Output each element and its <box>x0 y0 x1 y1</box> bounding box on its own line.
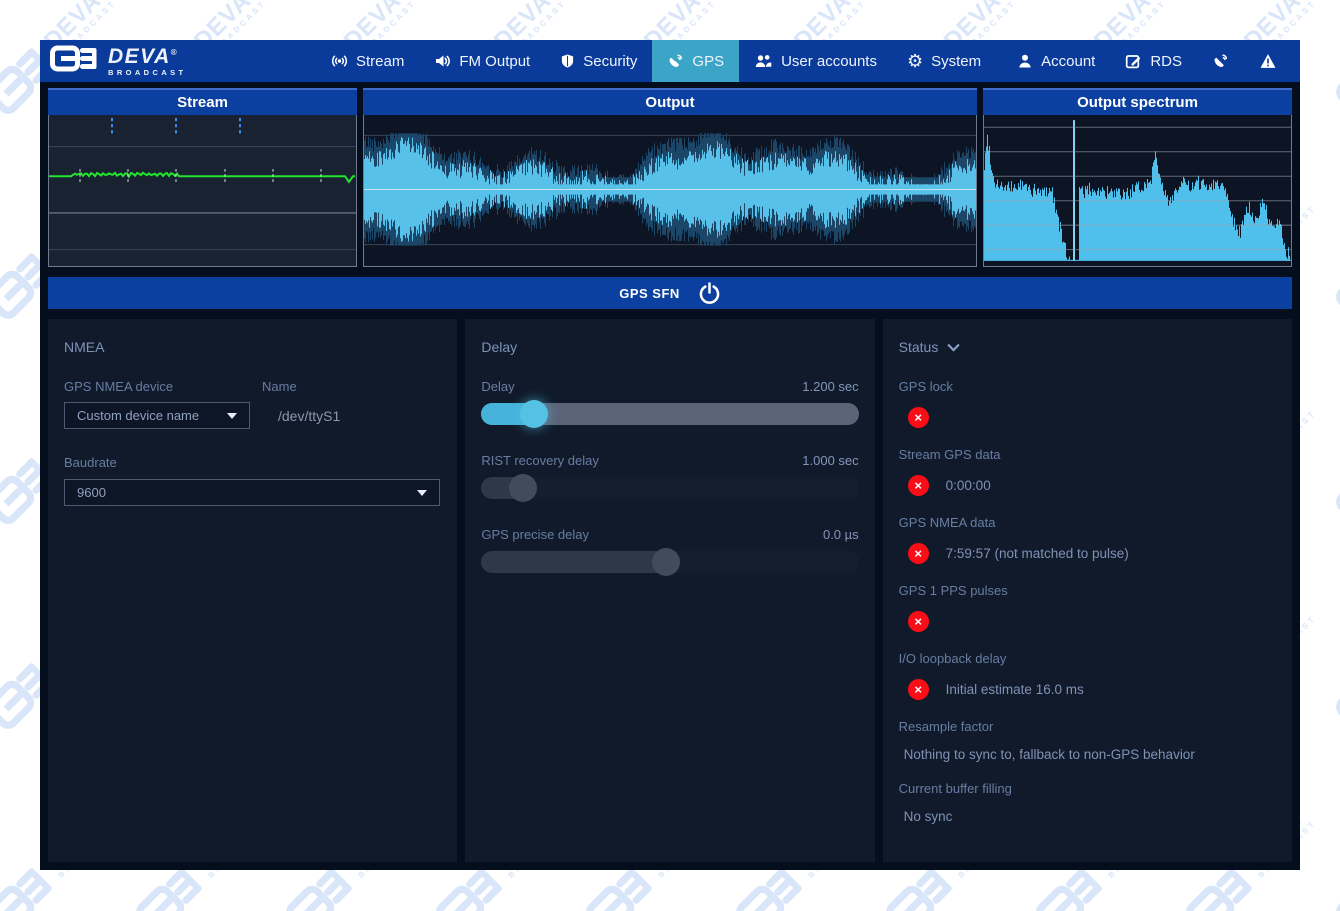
watermark-logo: DEVABROADCAST <box>1317 367 1340 544</box>
navbar: DEVA® BROADCAST Stream <box>40 40 1300 82</box>
status-panel: Status GPS lock × Stream GPS data ×0:00:… <box>883 319 1292 862</box>
status-heading[interactable]: Status <box>899 339 1276 355</box>
brand-name: DEVA® <box>108 46 187 67</box>
rist-recovery-delay-value: 1.000 sec <box>802 453 858 468</box>
deva-logo: DEVA® BROADCAST <box>40 40 220 82</box>
status-item-stream-gps-data: Stream GPS data ×0:00:00 <box>899 447 1276 496</box>
error-icon: × <box>908 475 929 496</box>
nav-label: RDS <box>1150 53 1182 70</box>
gps-precise-delay-value: 0.0 µs <box>823 527 859 542</box>
nav-label: FM Output <box>459 53 530 70</box>
nav-item-account[interactable]: Account <box>1002 40 1110 82</box>
output-spectrum-panel: Output spectrum <box>983 88 1292 267</box>
broadcast-icon <box>331 53 348 69</box>
nav-item-fm-output[interactable]: FM Output <box>419 40 545 82</box>
delay-panel: Delay Delay 1.200 sec RIST recovery dela… <box>465 319 874 862</box>
output-panel-title: Output <box>363 88 977 115</box>
gps-sfn-bar: GPS SFN <box>48 277 1292 309</box>
nav-label: System <box>931 53 981 70</box>
baudrate-value: 9600 <box>77 485 106 500</box>
gear-icon: ⚙︎ <box>907 52 923 70</box>
device-name-value: /dev/ttyS1 <box>278 408 340 424</box>
rist-recovery-delay-slider[interactable] <box>481 477 858 499</box>
status-heading-label: Status <box>899 339 939 355</box>
brand-sub: BROADCAST <box>108 69 187 77</box>
delay-slider-value: 1.200 sec <box>802 379 858 394</box>
nav-label: Account <box>1041 53 1095 70</box>
rist-recovery-delay-label: RIST recovery delay <box>481 453 599 468</box>
user-icon <box>1017 53 1033 69</box>
name-label: Name <box>262 379 297 394</box>
nav-item-rds[interactable]: RDS <box>1110 40 1197 82</box>
error-icon: × <box>908 611 929 632</box>
gps-nmea-device-label: GPS NMEA device <box>64 379 262 394</box>
chevron-down-icon <box>417 490 427 496</box>
status-item-current-buffer-filling: Current buffer filling ×No sync <box>899 781 1276 824</box>
delay-slider[interactable] <box>481 403 858 425</box>
nav-item-stream[interactable]: Stream <box>316 40 419 82</box>
speaker-icon <box>434 53 451 69</box>
power-button[interactable] <box>698 282 721 305</box>
satellite-status-button[interactable] <box>1197 40 1244 82</box>
app-window: DEVA® BROADCAST Stream <box>40 40 1300 870</box>
edit-icon <box>1125 53 1142 69</box>
nav-item-system[interactable]: ⚙︎ System <box>892 40 996 82</box>
baudrate-select[interactable]: 9600 <box>64 479 440 506</box>
delay-heading: Delay <box>481 339 858 355</box>
alerts-button[interactable] <box>1244 40 1292 82</box>
watermark-logo: DEVABROADCAST <box>1317 162 1340 339</box>
nav-item-security[interactable]: Security <box>545 40 652 82</box>
slider-fill <box>481 551 669 573</box>
shield-icon <box>560 53 575 69</box>
status-item-resample-factor: Resample factor ×Nothing to sync to, fal… <box>899 719 1276 762</box>
status-item-gps-nmea-data: GPS NMEA data ×7:59:57 (not matched to p… <box>899 515 1276 564</box>
chevron-down-icon <box>227 413 237 419</box>
nav-label: Security <box>583 53 637 70</box>
output-spectrum-title: Output spectrum <box>983 88 1292 115</box>
slider-thumb[interactable] <box>520 400 548 428</box>
watermark-logo: DEVABROADCAST <box>1317 572 1340 749</box>
nav-label: User accounts <box>781 53 877 70</box>
baudrate-label: Baudrate <box>64 455 441 470</box>
gps-sfn-label: GPS SFN <box>619 286 680 301</box>
nav-item-gps[interactable]: GPS <box>652 40 739 82</box>
users-icon <box>754 53 773 69</box>
deva-emblem-icon <box>50 44 100 78</box>
chevron-down-icon <box>947 343 960 352</box>
error-icon: × <box>908 679 929 700</box>
nav-label: GPS <box>692 53 724 70</box>
stream-panel-title: Stream <box>48 88 357 115</box>
delay-slider-label: Delay <box>481 379 514 394</box>
output-panel: Output <box>363 88 977 267</box>
nav-item-user-accounts[interactable]: User accounts <box>739 40 892 82</box>
status-item-gps-1pps: GPS 1 PPS pulses × <box>899 583 1276 632</box>
satellite-dish-icon <box>1212 53 1229 69</box>
status-item-io-loopback-delay: I/O loopback delay ×Initial estimate 16.… <box>899 651 1276 700</box>
alert-triangle-icon <box>1259 53 1277 69</box>
nav-label: Stream <box>356 53 404 70</box>
nmea-panel: NMEA GPS NMEA device Name Custom device … <box>48 319 457 862</box>
status-item-gps-lock: GPS lock × <box>899 379 1276 428</box>
stream-chart <box>49 115 356 266</box>
error-icon: × <box>908 407 929 428</box>
output-waveform-chart <box>364 115 976 266</box>
satellite-dish-icon <box>667 53 684 69</box>
nmea-heading: NMEA <box>64 339 441 355</box>
gps-nmea-device-value: Custom device name <box>77 408 199 423</box>
error-icon: × <box>908 543 929 564</box>
output-spectrum-chart <box>984 115 1291 266</box>
slider-thumb[interactable] <box>509 474 537 502</box>
slider-thumb[interactable] <box>652 548 680 576</box>
gps-precise-delay-slider[interactable] <box>481 551 858 573</box>
gps-precise-delay-label: GPS precise delay <box>481 527 589 542</box>
stream-panel: Stream <box>48 88 357 267</box>
gps-nmea-device-select[interactable]: Custom device name <box>64 402 250 429</box>
